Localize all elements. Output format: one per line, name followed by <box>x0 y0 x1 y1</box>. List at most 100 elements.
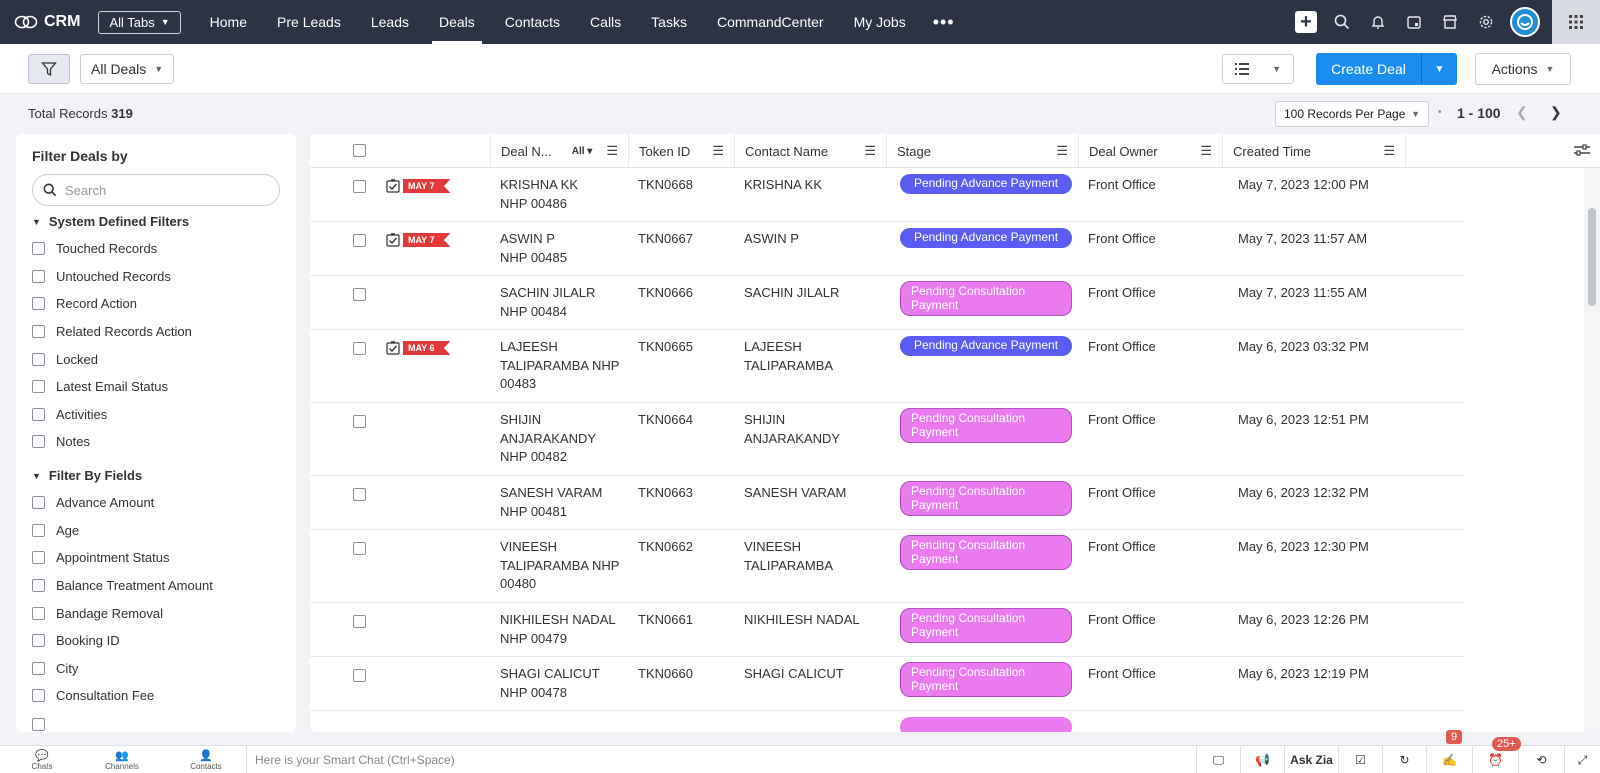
nav-tab-pre-leads[interactable]: Pre Leads <box>262 0 356 44</box>
channels-button[interactable]: 👥 Channels <box>80 746 164 773</box>
table-row[interactable]: VINEESH TALIPARAMBA NHP 00480 TKN0662 VINEES… <box>310 530 1465 603</box>
create-deal-button[interactable]: Create Deal <box>1316 53 1422 85</box>
contact-name-cell[interactable]: NIKHILESH NADAL <box>744 611 884 630</box>
system-filter-related-records-action[interactable]: Related Records Action <box>32 318 192 346</box>
contact-name-cell[interactable]: VINEESH TALIPARAMBA <box>744 538 884 575</box>
filter-checkbox[interactable] <box>32 269 45 283</box>
field-filter-age[interactable]: Age <box>32 517 213 545</box>
history-button[interactable]: ⟲ <box>1518 746 1564 773</box>
nav-tab-calls[interactable]: Calls <box>575 0 636 44</box>
row-checkbox[interactable] <box>353 342 366 355</box>
notifications-button[interactable] <box>1360 0 1396 44</box>
create-deal-dropdown[interactable]: ▼ <box>1422 53 1457 85</box>
nav-tab-deals[interactable]: Deals <box>424 0 490 44</box>
filter-checkbox[interactable] <box>32 606 45 620</box>
column-menu-icon[interactable]: ☰ <box>1200 143 1212 159</box>
system-filter-activities[interactable]: Activities <box>32 401 192 429</box>
table-row[interactable]: SHIJIN ANJARAKANDY NHP 00482 TKN0664 SHIJIN A… <box>310 403 1465 476</box>
quick-create-button[interactable]: + <box>1288 0 1324 44</box>
table-row[interactable]: NIKHILESH NADAL NHP 00479 TKN0661 NIKHILESH… <box>310 603 1465 657</box>
task-check-icon[interactable] <box>386 179 400 193</box>
expand-button[interactable]: ⤢ <box>1564 746 1600 773</box>
field-filter-advance-amount[interactable]: Advance Amount <box>32 489 213 517</box>
system-filter-locked[interactable]: Locked <box>32 345 192 373</box>
system-filter-record-action[interactable]: Record Action <box>32 290 192 318</box>
filter-checkbox[interactable] <box>32 380 45 394</box>
row-checkbox[interactable] <box>353 415 366 428</box>
calendar-button[interactable] <box>1396 0 1432 44</box>
column-token-id[interactable]: Token ID ☰ <box>628 134 734 168</box>
filter-search-input[interactable] <box>65 182 265 198</box>
contact-name-cell[interactable]: SHAGI CALICUT <box>744 665 884 684</box>
field-filter-balance-treatment-amount[interactable]: Balance Treatment Amount <box>32 572 213 600</box>
filter-checkbox[interactable] <box>32 579 45 593</box>
field-filter-appointment-status[interactable]: Appointment Status <box>32 544 213 572</box>
system-filter-latest-email-status[interactable]: Latest Email Status <box>32 373 192 401</box>
filter-checkbox[interactable] <box>32 523 45 537</box>
contact-name-cell[interactable]: KRISHNA KK <box>744 176 884 195</box>
next-page-icon[interactable]: ❯ <box>1550 104 1562 121</box>
crm-logo[interactable]: CRM <box>14 13 80 31</box>
system-filter-notes[interactable]: Notes <box>32 428 192 456</box>
task-check-icon[interactable] <box>386 341 400 355</box>
row-checkbox[interactable] <box>353 288 366 301</box>
column-stage[interactable]: Stage ☰ <box>886 134 1078 168</box>
smart-chat-input[interactable]: Here is your Smart Chat (Ctrl+Space) <box>246 746 1196 773</box>
signals-button[interactable]: ☑ <box>1338 746 1382 773</box>
field-filter-bandage-removal[interactable]: Bandage Removal <box>32 599 213 627</box>
table-row[interactable]: MAY 6 LAJEESH TALIPARAMBA NHP 00483 TKN0665 L… <box>310 330 1465 403</box>
deal-name-cell[interactable]: SHIJIN ANJARAKANDY NHP 00482 <box>500 411 628 467</box>
notes-button[interactable]: ✍ <box>1426 746 1472 773</box>
partial-filter-checkbox[interactable] <box>32 718 45 732</box>
field-filter-city[interactable]: City <box>32 655 213 683</box>
scrollbar-thumb[interactable] <box>1588 208 1596 306</box>
marketplace-button[interactable] <box>1432 0 1468 44</box>
table-row[interactable]: MAY 7 ASWIN P NHP 00485 TKN0667 ASWIN P Pendi… <box>310 222 1465 276</box>
column-menu-icon[interactable]: ☰ <box>1056 143 1068 159</box>
nav-tab-leads[interactable]: Leads <box>356 0 424 44</box>
column-menu-icon[interactable]: ☰ <box>712 143 724 159</box>
task-check-icon[interactable] <box>386 233 400 247</box>
filter-checkbox[interactable] <box>32 242 45 256</box>
deal-name-cell[interactable]: SACHIN JILALR NHP 00484 <box>500 284 628 321</box>
contact-name-cell[interactable]: SHIJIN ANJARAKANDY <box>744 411 884 448</box>
row-checkbox[interactable] <box>353 180 366 193</box>
row-checkbox[interactable] <box>353 615 366 628</box>
table-row[interactable]: SANESH VARAM NHP 00481 TKN0663 SANESH VARAM… <box>310 476 1465 530</box>
deal-name-cell[interactable]: ASWIN P NHP 00485 <box>500 230 628 267</box>
ask-zia-button[interactable]: Ask Zia <box>1284 746 1338 773</box>
system-filter-untouched-records[interactable]: Untouched Records <box>32 263 192 291</box>
nav-tab-commandcenter[interactable]: CommandCenter <box>702 0 839 44</box>
column-menu-icon[interactable]: ☰ <box>606 143 618 159</box>
row-checkbox[interactable] <box>353 669 366 682</box>
deal-filter-select[interactable]: All ▾ <box>572 146 593 157</box>
filter-checkbox[interactable] <box>32 661 45 675</box>
field-filter-booking-id[interactable]: Booking ID <box>32 627 213 655</box>
deal-name-cell[interactable]: NIKHILESH NADAL NHP 00479 <box>500 611 628 648</box>
column-deal-name[interactable]: Deal N... All ▾ ☰ <box>490 134 628 168</box>
more-tabs-icon[interactable]: ••• <box>921 0 967 44</box>
chats-button[interactable]: 💬 Chats <box>0 746 84 773</box>
search-button[interactable] <box>1324 0 1360 44</box>
records-per-page-select[interactable]: 100 Records Per Page ▼ <box>1275 101 1429 127</box>
system-filters-header[interactable]: ▼ System Defined Filters <box>32 214 189 229</box>
contact-name-cell[interactable]: ASWIN P <box>744 230 884 249</box>
deal-name-cell[interactable]: VINEESH TALIPARAMBA NHP 00480 <box>500 538 628 594</box>
contact-name-cell[interactable]: LAJEESH TALIPARAMBA <box>744 338 884 375</box>
column-contact-name[interactable]: Contact Name ☰ <box>734 134 886 168</box>
nav-tab-tasks[interactable]: Tasks <box>636 0 702 44</box>
contact-name-cell[interactable]: SACHIN JILALR <box>744 284 884 303</box>
contacts-button[interactable]: 👤 Contacts <box>164 746 248 773</box>
table-row[interactable]: SHAGI CALICUT NHP 00478 TKN0660 SHAGI CALIC… <box>310 657 1465 711</box>
field-filters-header[interactable]: ▼ Filter By Fields <box>32 468 142 483</box>
apps-grid-button[interactable] <box>1552 0 1600 44</box>
contact-name-cell[interactable]: SANESH VARAM <box>744 484 884 503</box>
table-row[interactable]: MAY 7 KRISHNA KK NHP 00486 TKN0668 KRISHNA K… <box>310 168 1465 222</box>
settings-button[interactable] <box>1468 0 1504 44</box>
nav-tab-contacts[interactable]: Contacts <box>490 0 575 44</box>
column-menu-icon[interactable]: ☰ <box>1383 143 1395 159</box>
filter-checkbox[interactable] <box>32 407 45 421</box>
actions-button[interactable]: Actions ▼ <box>1475 53 1571 85</box>
previous-page-icon[interactable]: ❮ <box>1516 104 1528 121</box>
row-checkbox[interactable] <box>353 542 366 555</box>
